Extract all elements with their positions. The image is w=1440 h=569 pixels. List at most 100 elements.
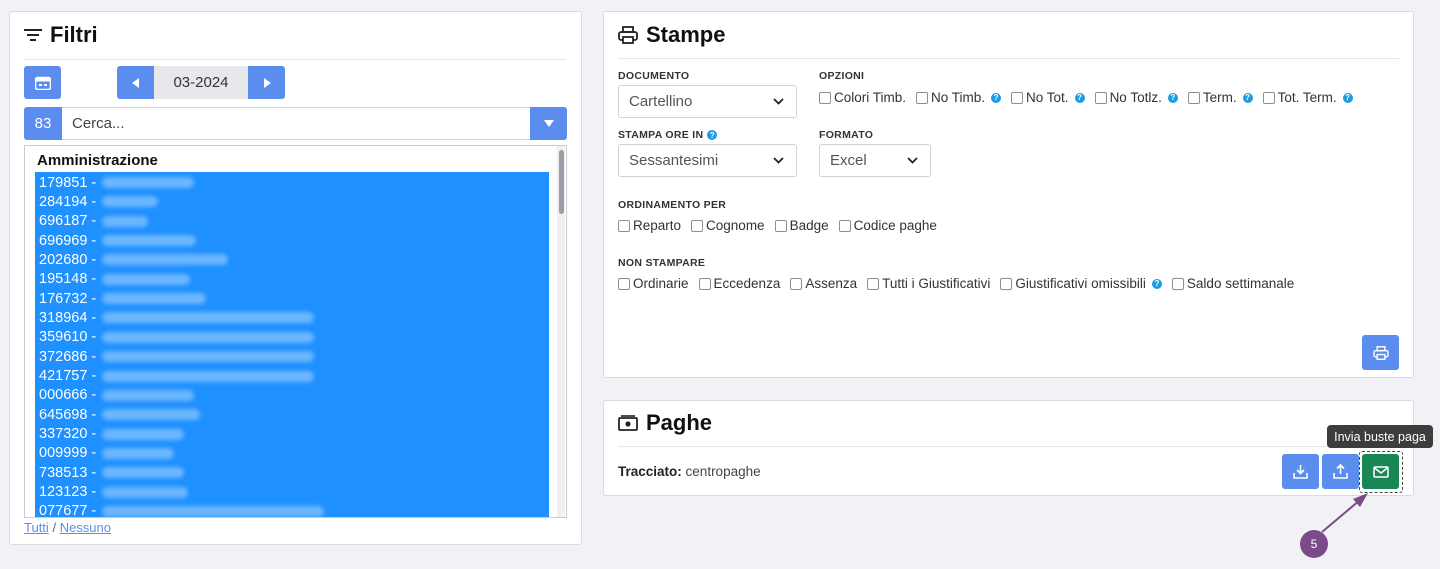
redacted-name — [102, 293, 207, 305]
checkbox-option[interactable]: No Tot.? — [1011, 90, 1085, 105]
next-month-button[interactable] — [248, 66, 285, 99]
employee-listbox[interactable]: Amministrazione 179851 - 284194 - 696187 -… — [24, 145, 567, 518]
list-item[interactable]: 696187 - — [39, 212, 149, 231]
print-button[interactable] — [1362, 335, 1399, 370]
checkbox-option[interactable]: Assenza — [790, 276, 857, 291]
list-item[interactable]: 009999 - — [39, 444, 175, 463]
search-input[interactable] — [62, 107, 530, 140]
employee-code: 179851 - — [39, 174, 97, 191]
help-icon[interactable]: ? — [1151, 278, 1162, 289]
list-item[interactable]: 645698 - — [39, 405, 201, 424]
prev-month-button[interactable] — [117, 66, 154, 99]
group-label: Amministrazione — [37, 152, 158, 169]
checkbox-option[interactable]: Term.? — [1187, 90, 1253, 105]
checkbox[interactable] — [1011, 91, 1024, 104]
redacted-name — [102, 486, 189, 498]
checkbox[interactable] — [1262, 91, 1275, 104]
list-item[interactable]: 318964 - — [39, 308, 315, 327]
checkbox-option[interactable]: Codice paghe — [838, 218, 937, 233]
calendar-toggle-button[interactable] — [24, 66, 61, 99]
redacted-name — [102, 447, 175, 459]
redacted-name — [102, 409, 201, 421]
list-item[interactable]: 372686 - — [39, 347, 315, 366]
checkbox[interactable] — [838, 219, 851, 232]
checkbox-label: No Totlz. — [1109, 90, 1162, 105]
checkbox[interactable] — [618, 219, 630, 232]
checkbox-option[interactable]: Badge — [774, 218, 829, 233]
list-item[interactable]: 179851 - — [39, 173, 195, 192]
employee-code: 696969 - — [39, 232, 97, 249]
checkbox-option[interactable]: No Timb.? — [916, 90, 1002, 105]
list-scrollbar-thumb[interactable] — [559, 150, 564, 214]
help-icon[interactable]: ? — [991, 92, 1002, 103]
list-item[interactable]: 000666 - — [39, 386, 195, 405]
list-item[interactable]: 176732 - — [39, 289, 207, 308]
checkbox-option[interactable]: Saldo settimanale — [1171, 276, 1295, 291]
list-item[interactable]: 284194 - — [39, 192, 159, 211]
help-icon[interactable]: ? — [707, 130, 718, 140]
checkbox-label: Saldo settimanale — [1186, 276, 1295, 291]
checkbox[interactable] — [774, 219, 787, 232]
checkbox[interactable] — [916, 91, 929, 104]
checkbox[interactable] — [698, 277, 711, 290]
stampa-ore-select[interactable]: Sessantesimi — [618, 144, 797, 177]
list-item[interactable]: 337320 - — [39, 425, 185, 444]
checkbox-label: No Tot. — [1026, 90, 1069, 105]
checkbox-option[interactable]: Tot. Term.? — [1262, 90, 1353, 105]
redacted-name — [102, 196, 159, 208]
checkbox[interactable] — [867, 277, 880, 290]
checkbox[interactable] — [618, 277, 630, 290]
ordinamento-label-text: ORDINAMENTO PER — [618, 199, 727, 211]
list-item[interactable]: 359610 - — [39, 328, 315, 347]
stampe-divider — [618, 58, 1399, 59]
employee-code: 738513 - — [39, 464, 97, 481]
checkbox[interactable] — [790, 277, 803, 290]
checkbox-option[interactable]: Ordinarie — [618, 276, 689, 291]
stampa-ore-label-text: STAMPA ORE IN — [618, 129, 704, 141]
employee-code: 318964 - — [39, 309, 97, 326]
checkbox-option[interactable]: Tutti i Giustificativi — [867, 276, 990, 291]
redacted-name — [102, 254, 229, 266]
list-item[interactable]: 738513 - — [39, 463, 185, 482]
checkbox[interactable] — [691, 219, 704, 232]
checkbox[interactable] — [1094, 91, 1107, 104]
select-all-link[interactable]: Tutti — [24, 520, 49, 535]
help-icon[interactable]: ? — [1242, 92, 1253, 103]
filtri-title: Filtri — [50, 22, 98, 47]
checkbox-option[interactable]: No Totlz.? — [1094, 90, 1178, 105]
checkbox-option[interactable]: Reparto — [618, 218, 681, 233]
list-item[interactable]: 202680 - — [39, 250, 229, 269]
checkbox[interactable] — [1000, 277, 1013, 290]
redacted-name — [102, 312, 315, 324]
checkbox[interactable] — [819, 91, 831, 104]
non-stampare-label-text: NON STAMPARE — [618, 257, 706, 269]
checkbox-label: Tot. Term. — [1277, 90, 1337, 105]
documento-select[interactable]: Cartellino — [618, 85, 797, 118]
checkbox-option[interactable]: Colori Timb. — [819, 90, 906, 105]
checkbox-option[interactable]: Giustificativi omissibili? — [1000, 276, 1162, 291]
calendar-icon — [34, 76, 51, 90]
checkbox[interactable] — [1171, 277, 1184, 290]
list-item[interactable]: 195148 - — [39, 270, 191, 289]
list-item[interactable]: 077677 - — [39, 502, 325, 517]
checkbox-option[interactable]: Eccedenza — [698, 276, 780, 291]
redacted-name — [102, 428, 185, 440]
help-icon[interactable]: ? — [1342, 92, 1353, 103]
employee-count-badge: 83 — [24, 107, 62, 140]
checkbox-option[interactable]: Cognome — [691, 218, 765, 233]
list-item[interactable]: 696969 - — [39, 231, 197, 250]
stampe-title: Stampe — [646, 22, 726, 47]
search-dropdown-button[interactable] — [530, 107, 567, 140]
list-item[interactable]: 421757 - — [39, 367, 315, 386]
printer-icon — [1372, 345, 1389, 360]
paghe-divider — [618, 446, 1399, 447]
formato-select[interactable]: Excel — [819, 144, 931, 177]
checkbox[interactable] — [1187, 91, 1200, 104]
list-item[interactable]: 123123 - — [39, 483, 189, 502]
help-icon[interactable]: ? — [1167, 92, 1178, 103]
envelope-icon — [1372, 465, 1389, 478]
help-icon[interactable]: ? — [1074, 92, 1085, 103]
tracciato-value: centropaghe — [685, 464, 761, 479]
select-none-link[interactable]: Nessuno — [60, 520, 111, 535]
employee-code: 000666 - — [39, 387, 97, 404]
